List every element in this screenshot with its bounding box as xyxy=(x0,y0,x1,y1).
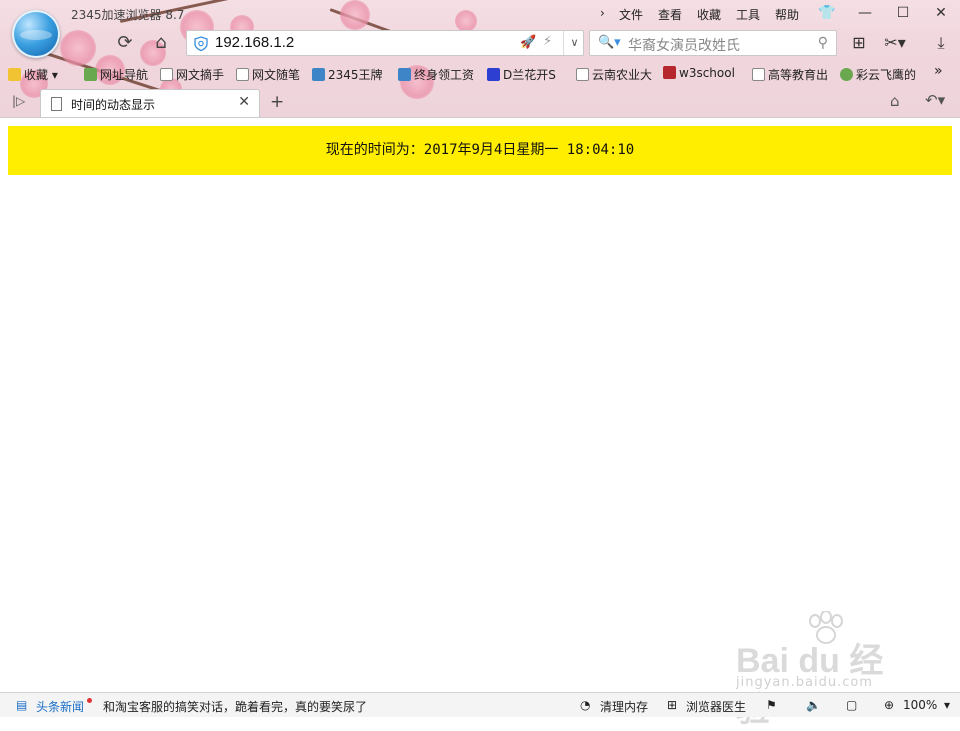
search-engine-icon[interactable]: 🔍▾ xyxy=(598,35,621,50)
scissors-icon[interactable]: ✂▾ xyxy=(884,32,906,54)
bookmark-label: 收藏 xyxy=(24,68,49,82)
search-box[interactable]: 🔍▾ 华裔女演员改姓氏 ⚲ xyxy=(589,30,837,56)
zoom-dropdown-icon[interactable]: ▾ xyxy=(944,698,950,712)
news-label[interactable]: 头条新闻 xyxy=(36,698,84,715)
bookmarks-overflow-icon[interactable]: » xyxy=(934,63,943,79)
menu-expand-icon[interactable]: › xyxy=(600,6,605,20)
tab-close-icon[interactable]: ✕ xyxy=(238,94,250,110)
bookmark-label: 终身领工资 xyxy=(414,68,475,82)
search-icon[interactable]: ⚲ xyxy=(818,35,828,51)
bookmark-item[interactable]: 云南农业大 xyxy=(576,66,652,83)
maximize-button[interactable]: ☐ xyxy=(893,4,913,22)
skin-icon[interactable]: 👕 xyxy=(817,4,837,22)
search-input[interactable]: 华裔女演员改姓氏 xyxy=(628,35,740,55)
zoom-icon[interactable]: ⊕ xyxy=(884,698,894,712)
bookmark-label: D兰花开S xyxy=(503,68,556,82)
watermark-logo: Bai du 经验 jingyan.baidu.com xyxy=(736,611,916,729)
new-tab-icon[interactable]: + xyxy=(270,92,284,112)
bookmark-item[interactable]: w3school xyxy=(663,66,735,80)
rocket-icon[interactable]: 🚀 xyxy=(520,35,536,50)
window-icon[interactable]: ▢ xyxy=(846,698,857,712)
news-dot xyxy=(87,698,92,703)
menu-view[interactable]: 查看 xyxy=(658,6,682,23)
bookmarks-bar: 收藏 ▾ 网址导航 网文摘手 网文随笔 2345王牌 终身领工资 D兰花开S 云… xyxy=(0,63,960,87)
page-icon xyxy=(51,97,62,111)
bookmark-item[interactable]: 网址导航 xyxy=(84,66,148,83)
app-2345-icon xyxy=(312,68,325,81)
shield-icon xyxy=(194,36,208,51)
translate-icon[interactable]: ⚑ xyxy=(766,698,777,712)
close-button[interactable]: ✕ xyxy=(931,4,951,22)
clean-memory-label[interactable]: 清理内存 xyxy=(600,698,648,715)
page-content: 现在的时间为：2017年9月4日星期一 18:04:10 xyxy=(0,117,960,692)
window-title: 2345加速浏览器 8.7 xyxy=(71,8,185,22)
bookmark-item[interactable]: 高等教育出 xyxy=(752,66,828,83)
status-bar: ▤ 头条新闻 和淘宝客服的搞笑对话，跪着看完，真的要笑尿了 ◔ 清理内存 ⊞ 浏… xyxy=(0,692,960,717)
tab-bar: |▷ 时间的动态显示 ✕ + ⌂ ↶▾ xyxy=(0,88,960,117)
bookmark-item[interactable]: 网文随笔 xyxy=(236,66,300,83)
bookmark-favorites[interactable]: 收藏 ▾ xyxy=(8,66,58,83)
chevron-down-icon[interactable]: ∨ xyxy=(563,31,585,55)
bookmark-item[interactable]: 彩云飞鹰的 xyxy=(840,66,916,83)
baidu-paw-icon xyxy=(487,68,500,81)
star-icon xyxy=(8,68,21,81)
bookmark-item[interactable]: 终身领工资 xyxy=(398,66,474,83)
browser-doctor-label[interactable]: 浏览器医生 xyxy=(686,698,746,715)
tab-active[interactable]: 时间的动态显示 ✕ xyxy=(40,89,260,117)
tab-title: 时间的动态显示 xyxy=(71,98,156,112)
bookmark-label: 高等教育出 xyxy=(768,68,829,82)
decor-blossom xyxy=(60,30,96,66)
menu-help[interactable]: 帮助 xyxy=(775,6,799,23)
iqiyi-icon xyxy=(840,68,853,81)
page-icon xyxy=(752,68,765,81)
browser-chrome: 2345加速浏览器 8.7 › 文件 查看 收藏 工具 帮助 👕 — ☐ ✕ ⟳… xyxy=(0,0,960,117)
apps-grid-icon[interactable]: ⊞ xyxy=(848,32,870,54)
home-icon[interactable]: ⌂ xyxy=(150,32,172,54)
doctor-icon[interactable]: ⊞ xyxy=(667,698,677,712)
w3school-icon xyxy=(663,66,676,79)
tab-restore-icon[interactable]: ⌂ xyxy=(890,92,900,110)
page-icon xyxy=(160,68,173,81)
menu-tools[interactable]: 工具 xyxy=(736,6,760,23)
lightning-icon[interactable]: ⚡ xyxy=(543,34,552,49)
undo-icon[interactable]: ↶▾ xyxy=(925,91,945,109)
bookmark-item[interactable]: 网文摘手 xyxy=(160,66,224,83)
refresh-icon[interactable]: ⟳ xyxy=(114,32,136,54)
page-icon xyxy=(236,68,249,81)
url-text[interactable]: 192.168.1.2 xyxy=(215,34,294,51)
bookmark-label: 云南农业大 xyxy=(592,68,653,82)
sidebar-toggle-icon[interactable]: |▷ xyxy=(12,94,25,108)
menu-file[interactable]: 文件 xyxy=(619,6,643,23)
browser-logo-icon xyxy=(12,10,60,58)
clean-memory-icon[interactable]: ◔ xyxy=(580,698,590,712)
watermark-sub: jingyan.baidu.com xyxy=(736,675,873,690)
minimize-button[interactable]: — xyxy=(855,4,875,22)
bookmark-label: 网址导航 xyxy=(100,68,149,82)
nav-2345-icon xyxy=(84,68,97,81)
time-banner: 现在的时间为：2017年9月4日星期一 18:04:10 xyxy=(8,126,952,175)
decor-blossom xyxy=(455,10,477,32)
download-icon[interactable]: ⤓ xyxy=(930,32,952,54)
bookmark-label: 网文摘手 xyxy=(176,68,225,82)
bookmark-label: w3school xyxy=(679,66,735,80)
decor-blossom xyxy=(340,0,370,30)
zoom-level[interactable]: 100% xyxy=(903,698,937,712)
page-icon xyxy=(576,68,589,81)
bookmark-item[interactable]: D兰花开S xyxy=(487,66,556,83)
bookmark-label: 2345王牌 xyxy=(328,68,383,82)
volume-icon[interactable]: 🔈 xyxy=(806,698,821,712)
address-bar[interactable]: 192.168.1.2 🚀 ⚡ ∨ xyxy=(186,30,584,56)
news-icon[interactable]: ▤ xyxy=(16,698,27,712)
news-headline[interactable]: 和淘宝客服的搞笑对话，跪着看完，真的要笑尿了 xyxy=(103,698,367,715)
bookmark-label: 彩云飞鹰的 xyxy=(856,68,917,82)
bookmark-label: 网文随笔 xyxy=(252,68,301,82)
menu-favorites[interactable]: 收藏 xyxy=(697,6,721,23)
bookmark-item[interactable]: 2345王牌 xyxy=(312,66,383,83)
app-2345-icon xyxy=(398,68,411,81)
